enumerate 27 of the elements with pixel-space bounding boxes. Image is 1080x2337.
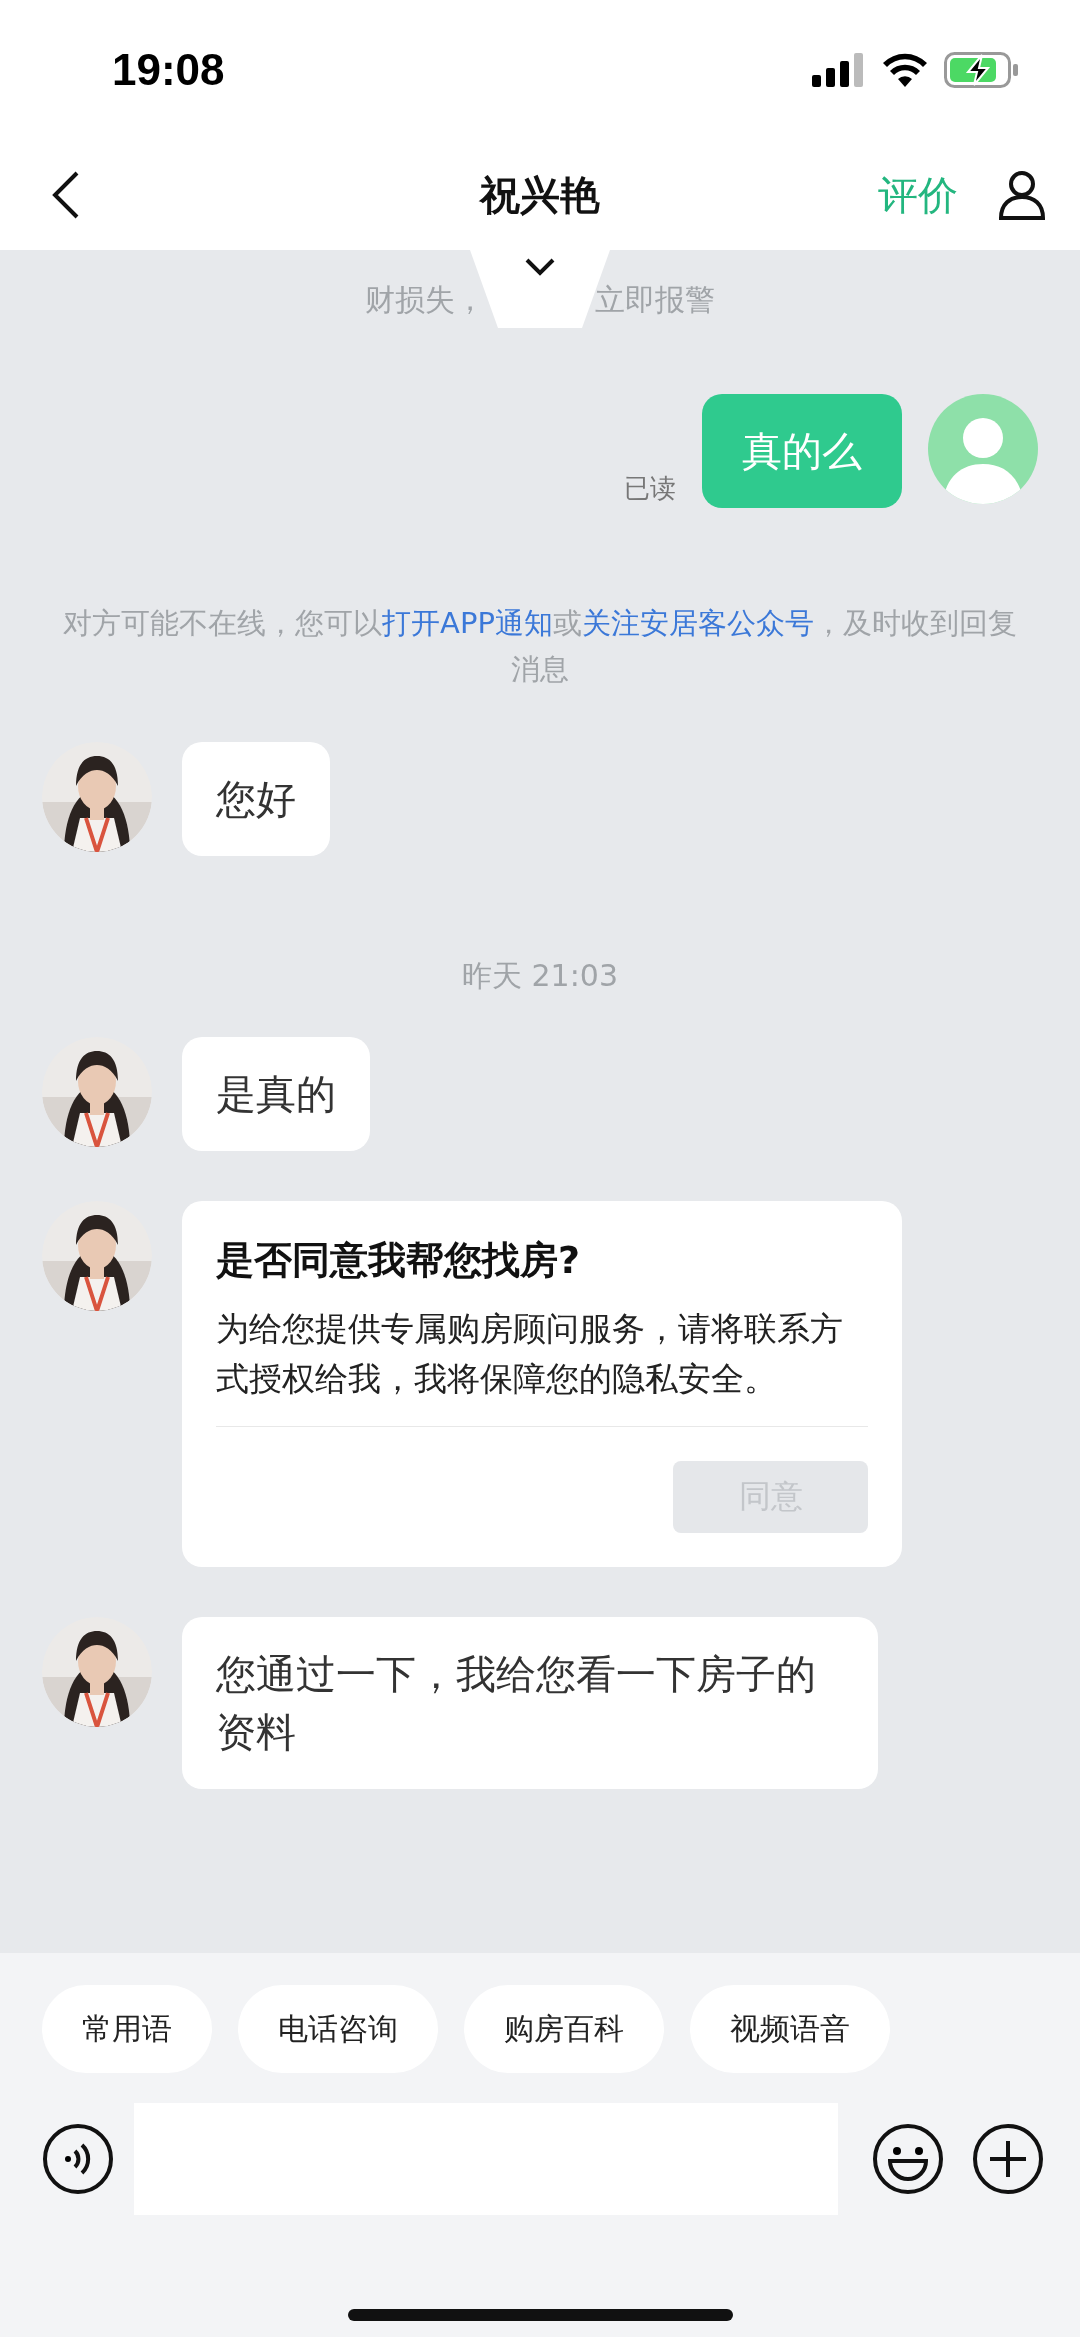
- notice-text: 财损失，: [365, 281, 485, 319]
- card-text: 为给您提供专属购房顾问服务，请将联系方式授权给我，我将保障您的隐私安全。: [216, 1304, 868, 1427]
- message-bubble: 您通过一下，我给您看一下房子的资料: [182, 1617, 878, 1789]
- signal-icon: [812, 53, 866, 87]
- quick-reply-chip[interactable]: 电话咨询: [238, 1985, 438, 2073]
- card-title: 是否同意我帮您找房?: [216, 1237, 582, 1284]
- message-bubble: 真的么: [702, 394, 902, 508]
- timestamp: 昨天 21:03: [462, 957, 618, 995]
- notice-link[interactable]: 打开APP通知: [382, 606, 553, 640]
- notice-text: 立即报警: [595, 281, 715, 319]
- notice-link[interactable]: 关注安居客公众号: [581, 606, 814, 640]
- add-icon[interactable]: [972, 2123, 1044, 2195]
- status-time: 19:08: [112, 45, 225, 95]
- emoji-icon[interactable]: [872, 2123, 944, 2195]
- system-message: 对方可能不在线，您可以打开APP通知或关注安居客公众号，及时收到回复消息: [62, 605, 1018, 688]
- back-icon[interactable]: [50, 170, 80, 220]
- quick-reply-chip[interactable]: 常用语: [42, 1985, 212, 2073]
- user-icon[interactable]: [998, 170, 1046, 220]
- message-bubble: 您好: [182, 742, 330, 856]
- chevron-down-icon[interactable]: [525, 258, 555, 276]
- chat-title: 祝兴艳: [480, 171, 600, 218]
- read-status: 已读: [624, 472, 676, 505]
- message-bubble: 是真的: [182, 1037, 370, 1151]
- quick-reply-chip[interactable]: 视频语音: [690, 1985, 890, 2073]
- voice-icon[interactable]: [42, 2123, 114, 2195]
- quick-reply-chip[interactable]: 购房百科: [464, 1985, 664, 2073]
- wifi-icon: [882, 53, 928, 87]
